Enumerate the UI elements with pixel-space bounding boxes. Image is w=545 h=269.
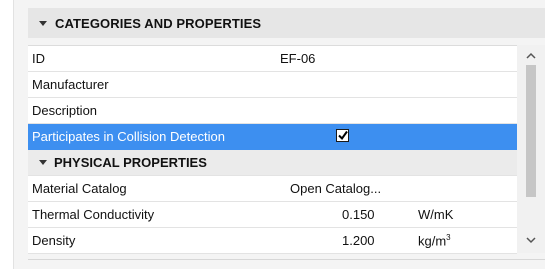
thermal-conductivity-value[interactable]: 0.150 [342,207,375,222]
properties-list: ID EF-06 Manufacturer Description Partic… [28,45,517,254]
id-value[interactable]: EF-06 [280,51,315,66]
row-label: Thermal Conductivity [32,207,155,222]
checkmark-icon [338,130,348,141]
density-unit: kg/m3 [418,233,451,249]
row-label: Material Catalog [32,181,127,196]
row-collision-detection[interactable]: Participates in Collision Detection [28,124,517,150]
row-label: Manufacturer [32,77,109,92]
collision-detection-checkbox[interactable] [336,129,349,142]
divider [28,259,545,260]
triangle-down-icon[interactable] [39,160,47,165]
row-id[interactable]: ID EF-06 [28,46,517,72]
row-thermal-conductivity[interactable]: Thermal Conductivity 0.150 W/mK [28,202,517,228]
density-value[interactable]: 1.200 [342,233,375,248]
thermal-conductivity-unit: W/mK [418,207,454,222]
material-catalog-value[interactable]: Open Catalog... [290,181,381,196]
vertical-scrollbar[interactable] [517,45,545,253]
row-manufacturer[interactable]: Manufacturer [28,72,517,98]
row-material-catalog[interactable]: Material Catalog Open Catalog... [28,176,517,202]
scrollbar-thumb[interactable] [526,65,536,197]
physical-properties-section[interactable]: PHYSICAL PROPERTIES [28,150,517,176]
section-title: PHYSICAL PROPERTIES [54,155,207,170]
chevron-down-icon[interactable] [525,235,537,245]
row-density[interactable]: Density 1.200 kg/m3 [28,228,517,254]
triangle-down-icon[interactable] [39,20,47,26]
row-label: ID [32,51,45,66]
chevron-up-icon[interactable] [525,51,537,61]
row-label: Participates in Collision Detection [32,129,225,144]
row-label: Description [32,103,98,118]
frame-divider [13,0,14,269]
row-description[interactable]: Description [28,98,517,124]
row-label: Density [32,233,76,248]
categories-properties-title: CATEGORIES AND PROPERTIES [55,15,262,31]
categories-properties-header[interactable]: CATEGORIES AND PROPERTIES [28,8,545,38]
